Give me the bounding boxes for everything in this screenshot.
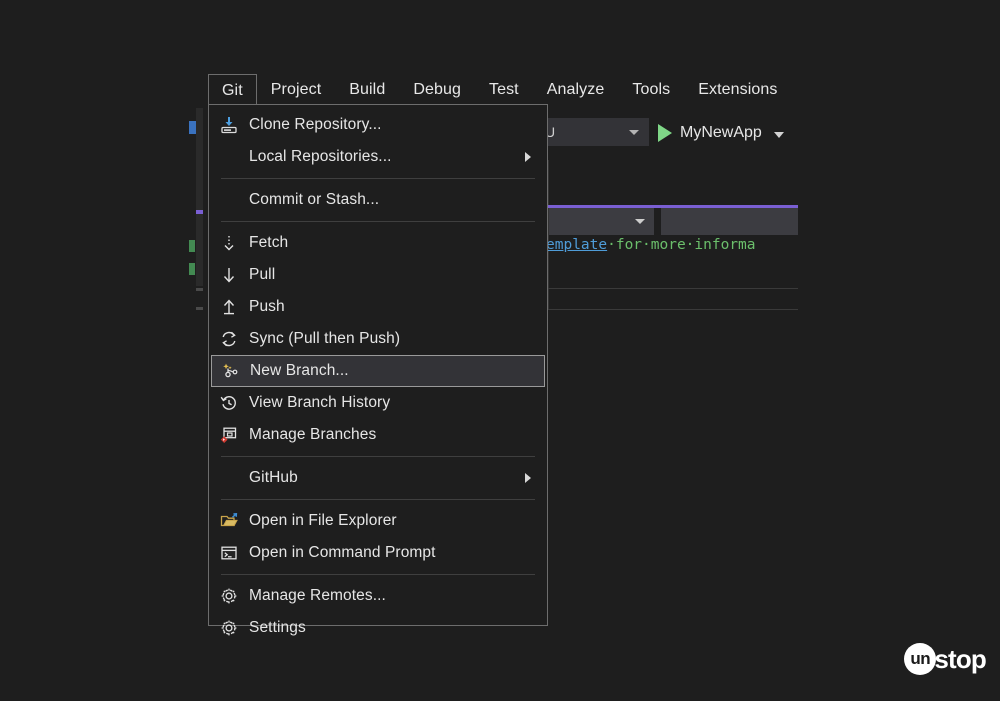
menu-item-settings[interactable]: Settings <box>209 612 547 644</box>
gear-icon <box>209 612 249 644</box>
menu-item-label: Pull <box>249 266 276 283</box>
solution-tree-glyph-a <box>189 240 195 252</box>
code-comment-text: ·for·more·informa <box>607 237 756 253</box>
menu-item-local-repositories[interactable]: Local Repositories... <box>209 141 547 173</box>
chevron-down-icon <box>629 130 639 135</box>
menu-item-label: Sync (Pull then Push) <box>249 330 401 347</box>
menu-item-github[interactable]: GitHub <box>209 462 547 494</box>
git-dropdown-menu[interactable]: Clone Repository... Local Repositories..… <box>208 104 548 636</box>
gear-icon <box>209 580 249 612</box>
menu-item-label: Local Repositories... <box>249 148 392 165</box>
push-up-arrow-icon <box>209 291 249 323</box>
history-clock-icon <box>209 387 249 419</box>
unstop-logo-word: stop <box>934 643 986 674</box>
menu-separator <box>221 456 535 457</box>
chevron-down-icon[interactable] <box>773 131 784 138</box>
menu-item-label: Settings <box>249 619 306 636</box>
menu-bar-label: Extensions <box>698 81 778 98</box>
menu-bar-item-analyze[interactable]: Analyze <box>533 74 619 106</box>
pull-down-arrow-icon <box>209 259 249 291</box>
menu-bar-label: Debug <box>413 81 461 98</box>
editor-type-dropdown[interactable] <box>549 208 655 235</box>
scrollbar-change-marker <box>196 210 203 214</box>
menu-bar-label: Tools <box>632 81 671 98</box>
menu-bar-label: Test <box>488 81 519 98</box>
menu-bar-item-git[interactable]: Git <box>208 74 257 106</box>
menu-bar-item-build[interactable]: Build <box>335 74 399 106</box>
menu-item-fetch[interactable]: Fetch <box>209 227 547 259</box>
code-text-line: emplate·for·more·informa <box>546 237 756 253</box>
menu-item-manage-branches[interactable]: Manage Branches <box>209 419 547 451</box>
menu-separator <box>221 574 535 575</box>
menu-bar-item-debug[interactable]: Debug <box>399 74 475 106</box>
chevron-down-icon <box>635 219 645 224</box>
menu-separator <box>221 221 535 222</box>
menu-item-commit-or-stash[interactable]: Commit or Stash... <box>209 184 547 216</box>
menu-item-manage-remotes[interactable]: Manage Remotes... <box>209 580 547 612</box>
menu-item-label: Manage Branches <box>249 426 377 443</box>
unstop-watermark: un stop <box>904 643 987 675</box>
menu-item-new-branch[interactable]: New Branch... <box>211 355 545 387</box>
menu-bar-item-test[interactable]: Test <box>475 74 533 106</box>
solution-explorer-icon-fragment <box>189 121 196 134</box>
menu-item-label: Manage Remotes... <box>249 587 386 604</box>
menu-item-label: Open in Command Prompt <box>249 544 436 561</box>
command-prompt-icon <box>209 537 249 569</box>
menu-item-icon-slot <box>209 462 249 494</box>
menu-bar-label: Build <box>349 81 386 98</box>
run-start-button[interactable]: MyNewApp <box>658 120 784 146</box>
main-menu-bar[interactable]: Git Project Build Debug Test Analyze Too… <box>208 74 791 106</box>
menu-item-label: Open in File Explorer <box>249 512 397 529</box>
folder-open-icon <box>209 505 249 537</box>
editor-member-dropdown[interactable] <box>661 208 798 235</box>
menu-item-pull[interactable]: Pull <box>209 259 547 291</box>
manage-branches-icon <box>209 419 249 451</box>
fetch-icon <box>209 227 249 259</box>
menu-item-open-in-command-prompt[interactable]: Open in Command Prompt <box>209 537 547 569</box>
menu-bar-label: Analyze <box>546 81 605 98</box>
editor-divider-a <box>548 288 798 289</box>
menu-item-label: Push <box>249 298 285 315</box>
menu-item-push[interactable]: Push <box>209 291 547 323</box>
play-triangle-icon <box>658 124 672 142</box>
menu-item-label: New Branch... <box>250 362 349 379</box>
menu-item-label: Commit or Stash... <box>249 191 380 208</box>
app-window: U MyNewApp emplate·for·more·informa Git … <box>0 0 1000 701</box>
menu-item-icon-slot <box>209 141 249 173</box>
chevron-right-icon <box>525 473 531 483</box>
menu-item-icon-slot <box>209 184 249 216</box>
unstop-logo-mark: un <box>904 643 937 675</box>
menu-item-sync[interactable]: Sync (Pull then Push) <box>209 323 547 355</box>
menu-bar-item-extensions[interactable]: Extensions <box>684 74 791 106</box>
chevron-right-icon <box>525 152 531 162</box>
menu-separator <box>221 499 535 500</box>
code-hyperlink[interactable]: emplate <box>546 237 607 253</box>
menu-item-label: Fetch <box>249 234 289 251</box>
menu-item-label: GitHub <box>249 469 298 486</box>
clone-repository-icon <box>209 109 249 141</box>
menu-item-label: Clone Repository... <box>249 116 382 133</box>
menu-bar-item-tools[interactable]: Tools <box>618 74 684 106</box>
menu-bar-label: Project <box>270 81 322 98</box>
menu-item-clone-repository[interactable]: Clone Repository... <box>209 109 547 141</box>
menu-separator <box>221 178 535 179</box>
menu-bar-label: Git <box>222 81 243 99</box>
solution-explorer-scroll-strip[interactable] <box>196 108 203 286</box>
scrollbar-tick-b <box>196 307 203 310</box>
solution-tree-glyph-b <box>189 263 195 275</box>
menu-item-open-in-file-explorer[interactable]: Open in File Explorer <box>209 505 547 537</box>
solution-platform-dropdown[interactable]: U <box>541 118 649 146</box>
menu-bar-item-project[interactable]: Project <box>257 74 336 106</box>
new-branch-icon <box>212 356 250 386</box>
run-target-label: MyNewApp <box>680 124 762 141</box>
menu-item-label: View Branch History <box>249 394 391 411</box>
sync-refresh-icon <box>209 323 249 355</box>
scrollbar-tick-a <box>196 288 203 291</box>
editor-divider-b <box>548 309 798 310</box>
menu-item-view-branch-history[interactable]: View Branch History <box>209 387 547 419</box>
